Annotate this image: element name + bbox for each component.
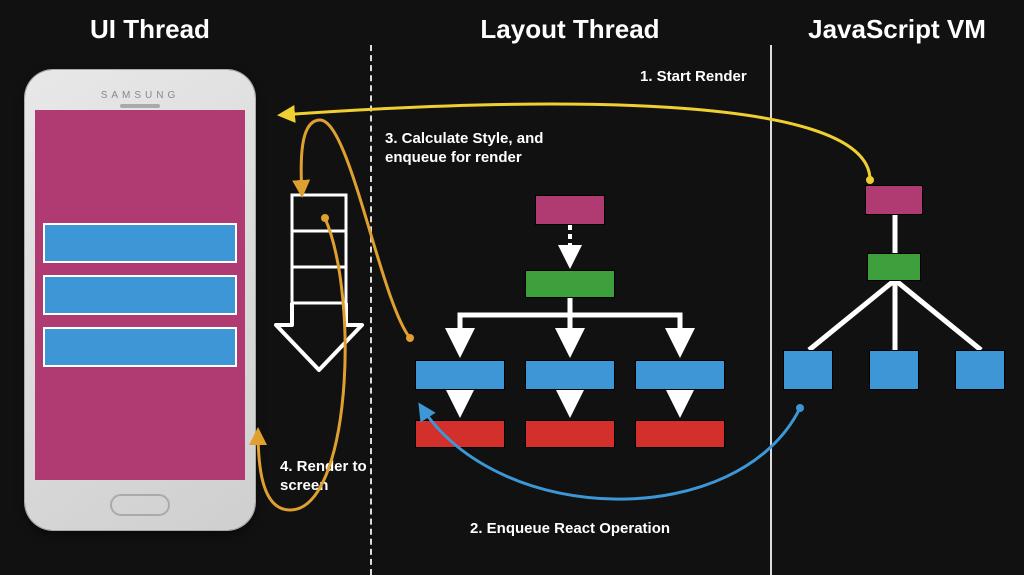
js-node-leaf (869, 350, 919, 390)
step-3-label: 3. Calculate Style, and enqueue for rend… (385, 130, 575, 168)
phone-screen (35, 110, 245, 480)
layout-node-root (535, 195, 605, 225)
phone-ui-bar (43, 327, 237, 367)
layout-node-render (415, 420, 505, 448)
js-node-leaf (783, 350, 833, 390)
phone-speaker (120, 104, 160, 108)
phone-mockup: SAMSUNG (25, 70, 255, 530)
js-node-container (867, 253, 921, 281)
layout-node-container (525, 270, 615, 298)
js-node-root (865, 185, 923, 215)
phone-brand: SAMSUNG (101, 90, 180, 101)
layout-node-render (525, 420, 615, 448)
section-title-layout: Layout Thread (370, 14, 770, 45)
divider-solid (770, 45, 772, 575)
step-4-label: 4. Render to screen (280, 458, 380, 496)
layout-node-leaf (635, 360, 725, 390)
phone-home-button (110, 494, 170, 516)
layout-node-render (635, 420, 725, 448)
js-node-leaf (955, 350, 1005, 390)
step-1-label: 1. Start Render (640, 68, 780, 87)
phone-ui-bar (43, 223, 237, 263)
section-title-ui: UI Thread (0, 14, 300, 45)
step-2-label: 2. Enqueue React Operation (470, 520, 730, 539)
divider-dashed (370, 45, 372, 575)
layout-node-leaf (415, 360, 505, 390)
section-title-js: JavaScript VM (770, 14, 1024, 45)
render-queue-icon (282, 195, 362, 395)
phone-ui-bar (43, 275, 237, 315)
layout-node-leaf (525, 360, 615, 390)
